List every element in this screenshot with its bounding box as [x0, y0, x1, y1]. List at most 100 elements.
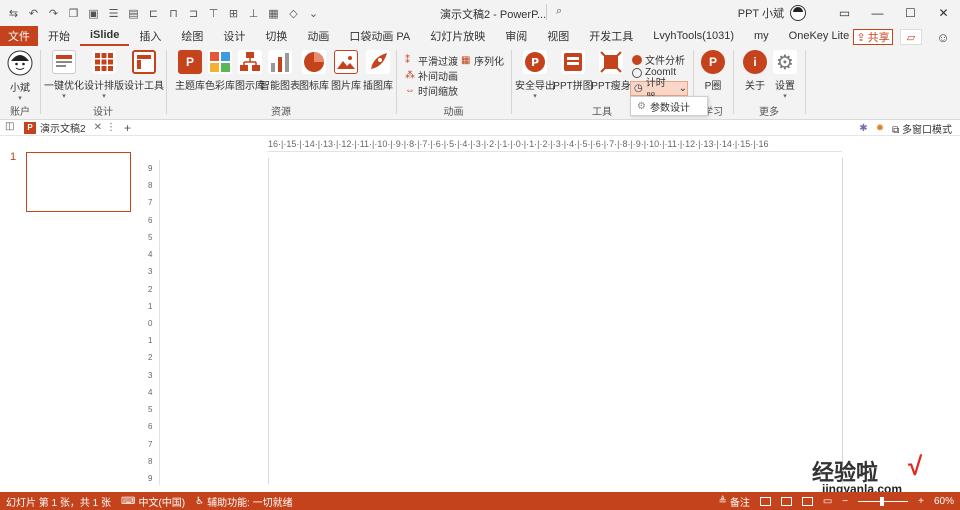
group-resources: P 主题库 色彩库 图示库 智能图表 图标库 图片库 插图库 资源: [167, 46, 395, 120]
slideshow-icon[interactable]: ▭: [823, 496, 832, 507]
smiley-icon[interactable]: ☺: [934, 28, 952, 46]
tween-animation-button[interactable]: ⁂ 补间动画: [405, 68, 458, 83]
tab-insert[interactable]: 插入: [129, 26, 171, 46]
slide-sorter-icon[interactable]: [780, 496, 792, 506]
puzzle-icon[interactable]: ✱: [859, 123, 867, 134]
add-tab-icon[interactable]: +: [124, 121, 131, 135]
comment-icon[interactable]: ▱: [900, 29, 922, 45]
vertical-ruler-tick: 5: [148, 405, 153, 415]
vertical-ruler: 9 8 7 6 5 4 3 2 1 0 1 2 3 4 5 6 7 8 9: [146, 160, 160, 485]
multi-window-button[interactable]: ⧉ 多窗口模式: [892, 121, 952, 136]
align-left-icon[interactable]: ⊏: [146, 6, 161, 20]
about-button[interactable]: i 关于: [738, 50, 772, 92]
smart-chart-button[interactable]: 智能图表: [260, 50, 300, 92]
parameter-setting-item[interactable]: 参数设计: [650, 99, 690, 114]
tab-review[interactable]: 审阅: [495, 26, 537, 46]
search-box[interactable]: ⌕: [556, 5, 562, 18]
design-layout-button[interactable]: 设计排版 ▾: [84, 50, 124, 100]
user-avatar[interactable]: [790, 5, 806, 21]
theme-icon: P: [178, 50, 202, 74]
minimize-icon[interactable]: —: [861, 0, 894, 26]
file-analysis-button[interactable]: 文件分析: [632, 52, 685, 67]
tab-onekey[interactable]: OneKey Lite: [779, 26, 860, 46]
ribbon-display-options-icon[interactable]: ▭: [828, 0, 861, 26]
zoom-slider-thumb[interactable]: [880, 496, 885, 506]
tab-file[interactable]: 文件: [0, 26, 38, 46]
smooth-transition-button[interactable]: ⁑ 平滑过渡: [405, 53, 458, 68]
align-icon[interactable]: ☰: [106, 6, 121, 20]
design-tools-button[interactable]: 设计工具: [124, 50, 164, 92]
gear-icon[interactable]: ✹: [876, 123, 884, 134]
close-icon[interactable]: ✕: [927, 0, 960, 26]
tab-islide[interactable]: iSlide: [80, 26, 130, 46]
normal-view-icon[interactable]: [759, 496, 771, 506]
maximize-icon[interactable]: ☐: [894, 0, 927, 26]
export-label: 安全导出: [515, 81, 555, 92]
distribute-icon[interactable]: ▤: [126, 6, 141, 20]
zoom-slider[interactable]: [858, 496, 909, 506]
shapes-icon[interactable]: ◇: [286, 6, 301, 20]
icon-library-button[interactable]: 图标库: [297, 50, 331, 92]
spellcheck-item[interactable]: ⌨ 中文(中国): [121, 494, 185, 509]
align-bottom-icon[interactable]: ⊥: [246, 6, 261, 20]
tab-transitions[interactable]: 切换: [255, 26, 297, 46]
share-button[interactable]: ⇪ 共享: [853, 29, 893, 45]
align-center-icon[interactable]: ⊓: [166, 6, 181, 20]
ppt-collage-button[interactable]: PPT拼图: [553, 50, 593, 92]
reading-view-icon[interactable]: [801, 496, 813, 506]
palette-icon: [208, 50, 232, 74]
align-top-icon[interactable]: ⊤: [206, 6, 221, 20]
align-right-icon[interactable]: ⊐: [186, 6, 201, 20]
tab-design[interactable]: 设计: [213, 26, 255, 46]
illustration-library-button[interactable]: 插图库: [361, 50, 395, 92]
tab-view[interactable]: 视图: [537, 26, 579, 46]
more-icon[interactable]: ⌄: [306, 6, 321, 20]
editing-canvas[interactable]: [161, 153, 960, 492]
more-icon[interactable]: ⋮: [106, 122, 116, 133]
undo-icon[interactable]: ↶: [26, 6, 41, 20]
tab-lvyhtools[interactable]: LvyhTools(1031): [643, 26, 744, 46]
notes-button[interactable]: ≜ 备注: [718, 494, 749, 509]
user-name[interactable]: PPT 小斌: [738, 5, 784, 21]
safe-export-button[interactable]: P 安全导出 ▾: [515, 50, 555, 100]
redo-icon[interactable]: ↷: [46, 6, 61, 20]
sidebar-toggle-icon[interactable]: ◫: [5, 121, 14, 132]
zoom-level[interactable]: 60%: [934, 496, 954, 507]
copy-icon[interactable]: ❐: [66, 6, 81, 20]
timer-button[interactable]: ◷ 计时器 ⌄: [630, 78, 688, 104]
title-bar: ⇆ ↶ ↷ ❐ ▣ ☰ ▤ ⊏ ⊓ ⊐ ⊤ ⊞ ⊥ ▦ ◇ ⌄ 演示文稿2 - …: [0, 0, 960, 26]
document-tab[interactable]: P 演示文稿2 ✕ ⋮ +: [24, 120, 131, 135]
tab-pocket-animation[interactable]: 口袋动画 PA: [339, 26, 420, 46]
align-middle-icon[interactable]: ⊞: [226, 6, 241, 20]
time-scale-button[interactable]: ⇔ 时间缩放: [405, 83, 458, 98]
tab-animations[interactable]: 动画: [297, 26, 339, 46]
one-click-optimize-button[interactable]: 一键优化 ▾: [44, 50, 84, 100]
tab-my[interactable]: my: [744, 26, 779, 46]
tab-slideshow[interactable]: 幻灯片放映: [420, 26, 495, 46]
slide-thumbnail[interactable]: [26, 152, 131, 212]
accessibility-item[interactable]: ♿ 辅助功能: 一切就绪: [195, 494, 293, 509]
autosave-icon[interactable]: ⇆: [6, 6, 21, 20]
design-tools-label: 设计工具: [124, 81, 164, 92]
theme-library-button[interactable]: P 主题库: [173, 50, 207, 92]
account-button[interactable]: 小斌 ▾: [3, 50, 37, 102]
paste-icon[interactable]: ▣: [86, 6, 101, 20]
group-separator: [805, 50, 806, 114]
group-animation: ⁑ 平滑过渡 ⁂ 补间动画 ⇔ 时间缩放 ▦ 序列化 动画: [397, 46, 510, 120]
close-icon[interactable]: ✕: [94, 122, 102, 133]
zoom-out-icon[interactable]: −: [842, 496, 848, 507]
chart-label: 智能图表: [260, 81, 300, 92]
tab-home[interactable]: 开始: [38, 26, 80, 46]
serialize-button[interactable]: ▦ 序列化: [461, 53, 504, 68]
slide-left-edge: [268, 158, 269, 484]
tab-developer[interactable]: 开发工具: [579, 26, 643, 46]
p-circle-button[interactable]: P P圈: [696, 50, 730, 92]
color-library-button[interactable]: 色彩库: [203, 50, 237, 92]
image-library-button[interactable]: 图片库: [329, 50, 363, 92]
ppt-slim-button[interactable]: PPT瘦身: [591, 50, 631, 92]
layout-label: 设计排版: [84, 81, 124, 92]
tab-draw[interactable]: 绘图: [171, 26, 213, 46]
group-icon[interactable]: ▦: [266, 6, 281, 20]
zoom-in-icon[interactable]: +: [918, 496, 924, 507]
settings-button[interactable]: ⚙ 设置 ▾: [768, 50, 802, 100]
